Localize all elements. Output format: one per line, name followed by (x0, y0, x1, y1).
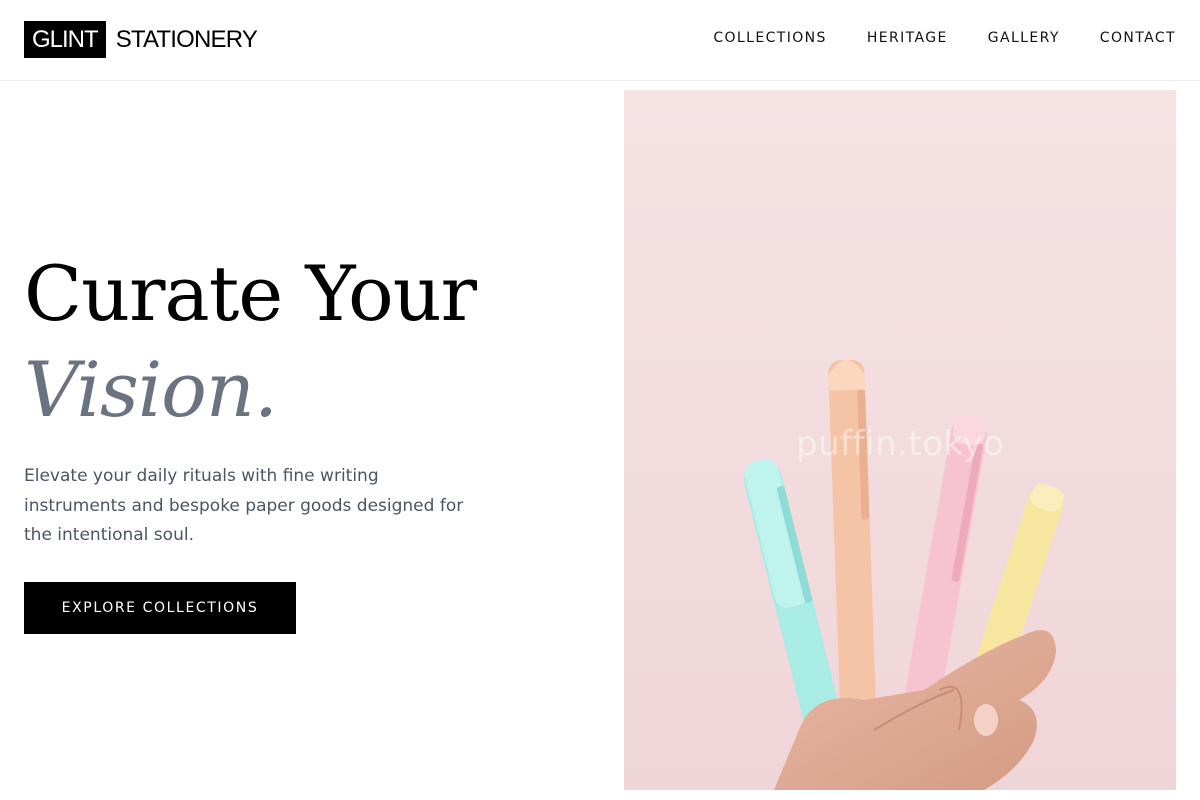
hero-title-line2: Vision. (24, 345, 278, 434)
brand-logo-mark: GLINT (24, 21, 106, 58)
hero-title-line1: Curate Your (24, 249, 477, 338)
main-nav: COLLECTIONS HERITAGE GALLERY CONTACT (713, 30, 1176, 46)
brand-logo-name: STATIONERY (115, 25, 258, 53)
image-watermark: puffin.tokyo (796, 424, 1005, 464)
nav-link-gallery[interactable]: GALLERY (988, 30, 1060, 46)
nav-link-collections[interactable]: COLLECTIONS (713, 30, 826, 46)
nav-link-heritage[interactable]: HERITAGE (867, 30, 948, 46)
brand-logo[interactable]: GLINT STATIONERY (24, 21, 258, 58)
site-header: GLINT STATIONERY COLLECTIONS HERITAGE GA… (0, 0, 1200, 81)
nav-link-contact[interactable]: CONTACT (1100, 30, 1176, 46)
hero-description: Elevate your daily rituals with fine wri… (24, 466, 464, 545)
explore-collections-button[interactable]: EXPLORE COLLECTIONS (24, 582, 296, 634)
hero-image: puffin.tokyo (624, 90, 1176, 790)
hero-title: Curate Your Vision. (24, 248, 477, 440)
